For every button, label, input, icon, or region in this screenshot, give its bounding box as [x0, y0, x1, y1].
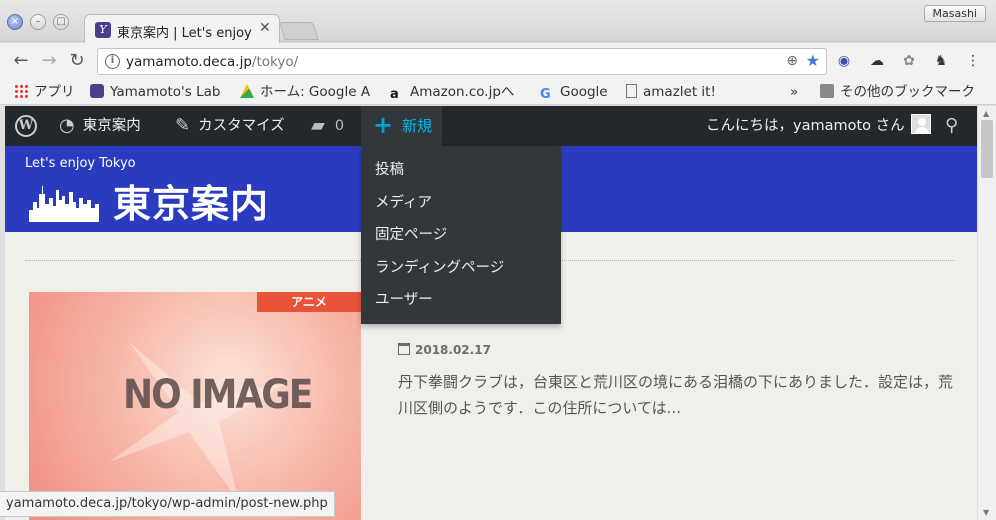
extension-cloud-icon[interactable]: ☁ — [868, 52, 886, 70]
post-excerpt: 丹下拳闘クラブは，台東区と荒川区の境にある泪橋の下にありました．設定は，荒川区側… — [398, 373, 954, 417]
admin-search-icon[interactable]: ⚲ — [945, 106, 958, 146]
back-arrow-icon[interactable]: ← — [10, 50, 32, 72]
new-content-dropdown: 投稿 メディア 固定ページ ランディングページ ユーザー — [361, 146, 561, 324]
page-icon — [626, 84, 637, 98]
zoom-icon[interactable]: ⊕ — [786, 53, 798, 69]
browser-tab[interactable]: Y 東京案内 | Let's enjoy Tokyo ✕ — [84, 14, 280, 44]
new-page-item[interactable]: 固定ページ — [361, 223, 561, 256]
wp-logo-menu[interactable]: W — [15, 106, 37, 146]
bookmark-yamamotos-lab[interactable]: Yamamoto's Lab — [90, 82, 220, 102]
menu-kebab-icon[interactable]: ⋮ — [964, 52, 982, 70]
window-minimize-button[interactable]: – — [30, 14, 46, 30]
bookmark-google[interactable]: G Google — [540, 82, 608, 102]
post-date: 2018.02.17 — [398, 343, 491, 357]
paintbrush-icon: ✎ — [175, 115, 191, 136]
bookmark-google-drive[interactable]: ホーム: Google A — [240, 82, 370, 102]
new-tab-button[interactable] — [279, 22, 319, 40]
greeting-text: こんにちは，yamamoto さん — [706, 118, 905, 134]
site-favicon-icon: Y — [95, 22, 111, 38]
post-thumbnail[interactable]: NO IMAGE アニメ — [29, 292, 361, 520]
site-info-icon[interactable]: i — [105, 54, 120, 69]
dashboard-gauge-icon: ◔ — [59, 115, 75, 136]
bookmarks-overflow-button[interactable]: » — [790, 82, 798, 102]
tab-close-icon[interactable]: ✕ — [259, 20, 271, 36]
comment-bubble-icon: ▰ — [311, 115, 325, 136]
bookmark-amazlet[interactable]: amazlet it! — [626, 82, 716, 102]
extension-evernote-icon[interactable]: ♞ — [932, 52, 950, 70]
calendar-check-icon — [398, 343, 410, 355]
admin-new-menu[interactable]: + 新規 — [361, 106, 442, 146]
google-icon: G — [540, 87, 551, 102]
browser-toolbar: ← → ↻ i yamamoto.deca.jp/tokyo/ ⊕ ★ ◉ ☁ … — [0, 43, 996, 79]
apps-grid-icon — [14, 84, 28, 98]
bookmarks-bar: アプリ Yamamoto's Lab ホーム: Google A a Amazon… — [0, 79, 996, 105]
new-media-item[interactable]: メディア — [361, 191, 561, 224]
extension-puzzle-icon[interactable]: ✿ — [900, 52, 918, 70]
wp-admin-bar: W ◔ 東京案内 ✎ カスタマイズ ▰ 0 + 新規 こんにちは，yamamoto さ… — [5, 106, 977, 146]
wordpress-logo-icon: W — [15, 115, 37, 137]
bookmark-apps[interactable]: アプリ — [14, 82, 75, 102]
amazon-icon: a — [390, 87, 399, 102]
address-bar[interactable]: i yamamoto.deca.jp/tokyo/ ⊕ ★ — [97, 48, 827, 75]
site-title[interactable]: 東京案内 — [113, 173, 269, 228]
address-url[interactable]: yamamoto.deca.jp/tokyo/ — [126, 54, 298, 70]
new-landing-page-item[interactable]: ランディングページ — [361, 256, 561, 289]
admin-new-label: 新規 — [402, 117, 433, 135]
bookmark-other-folder[interactable]: その他のブックマーク — [820, 82, 975, 102]
new-user-item[interactable]: ユーザー — [361, 288, 561, 321]
admin-site-name[interactable]: ◔ 東京案内 — [59, 106, 141, 146]
bookmark-star-icon[interactable]: ★ — [806, 51, 820, 70]
link-status-bubble: yamamoto.deca.jp/tokyo/wp-admin/post-new… — [0, 491, 335, 517]
page-scrollbar[interactable]: ▲ ▼ — [977, 106, 996, 520]
scroll-down-arrow-icon[interactable]: ▼ — [983, 508, 989, 517]
user-avatar-icon — [910, 114, 931, 134]
window-close-button[interactable]: × — [7, 14, 23, 30]
bookmark-amazon[interactable]: a Amazon.co.jpへ — [390, 82, 514, 102]
extension-globe-icon[interactable]: ◉ — [835, 52, 853, 70]
scroll-thumb[interactable] — [981, 120, 993, 178]
reload-icon[interactable]: ↻ — [66, 50, 88, 72]
site-tagline: Let's enjoy Tokyo — [25, 156, 136, 171]
window-titlebar: × – □ Y 東京案内 | Let's enjoy Tokyo ✕ Masas… — [0, 0, 996, 44]
new-post-item[interactable]: 投稿 — [361, 158, 561, 191]
page-viewport: W ◔ 東京案内 ✎ カスタマイズ ▰ 0 + 新規 こんにちは，yamamoto さ… — [5, 106, 977, 520]
city-skyline-logo-icon[interactable] — [29, 180, 99, 222]
admin-comments[interactable]: ▰ 0 — [311, 106, 344, 146]
window-maximize-button[interactable]: □ — [53, 14, 69, 30]
folder-icon — [820, 84, 834, 98]
scroll-up-arrow-icon[interactable]: ▲ — [983, 109, 989, 118]
profile-badge[interactable]: Masashi — [923, 5, 986, 22]
tab-title: 東京案内 | Let's enjoy Tokyo — [117, 26, 255, 41]
google-drive-icon — [240, 84, 254, 98]
no-image-text: NO IMAGE — [123, 372, 313, 418]
admin-customize[interactable]: ✎ カスタマイズ — [175, 106, 285, 146]
forward-arrow-icon[interactable]: → — [38, 50, 60, 72]
site-favicon-icon — [90, 84, 104, 98]
category-badge[interactable]: アニメ — [257, 292, 361, 312]
admin-account-menu[interactable]: こんにちは，yamamoto さん — [706, 106, 931, 146]
plus-icon: + — [373, 111, 394, 139]
